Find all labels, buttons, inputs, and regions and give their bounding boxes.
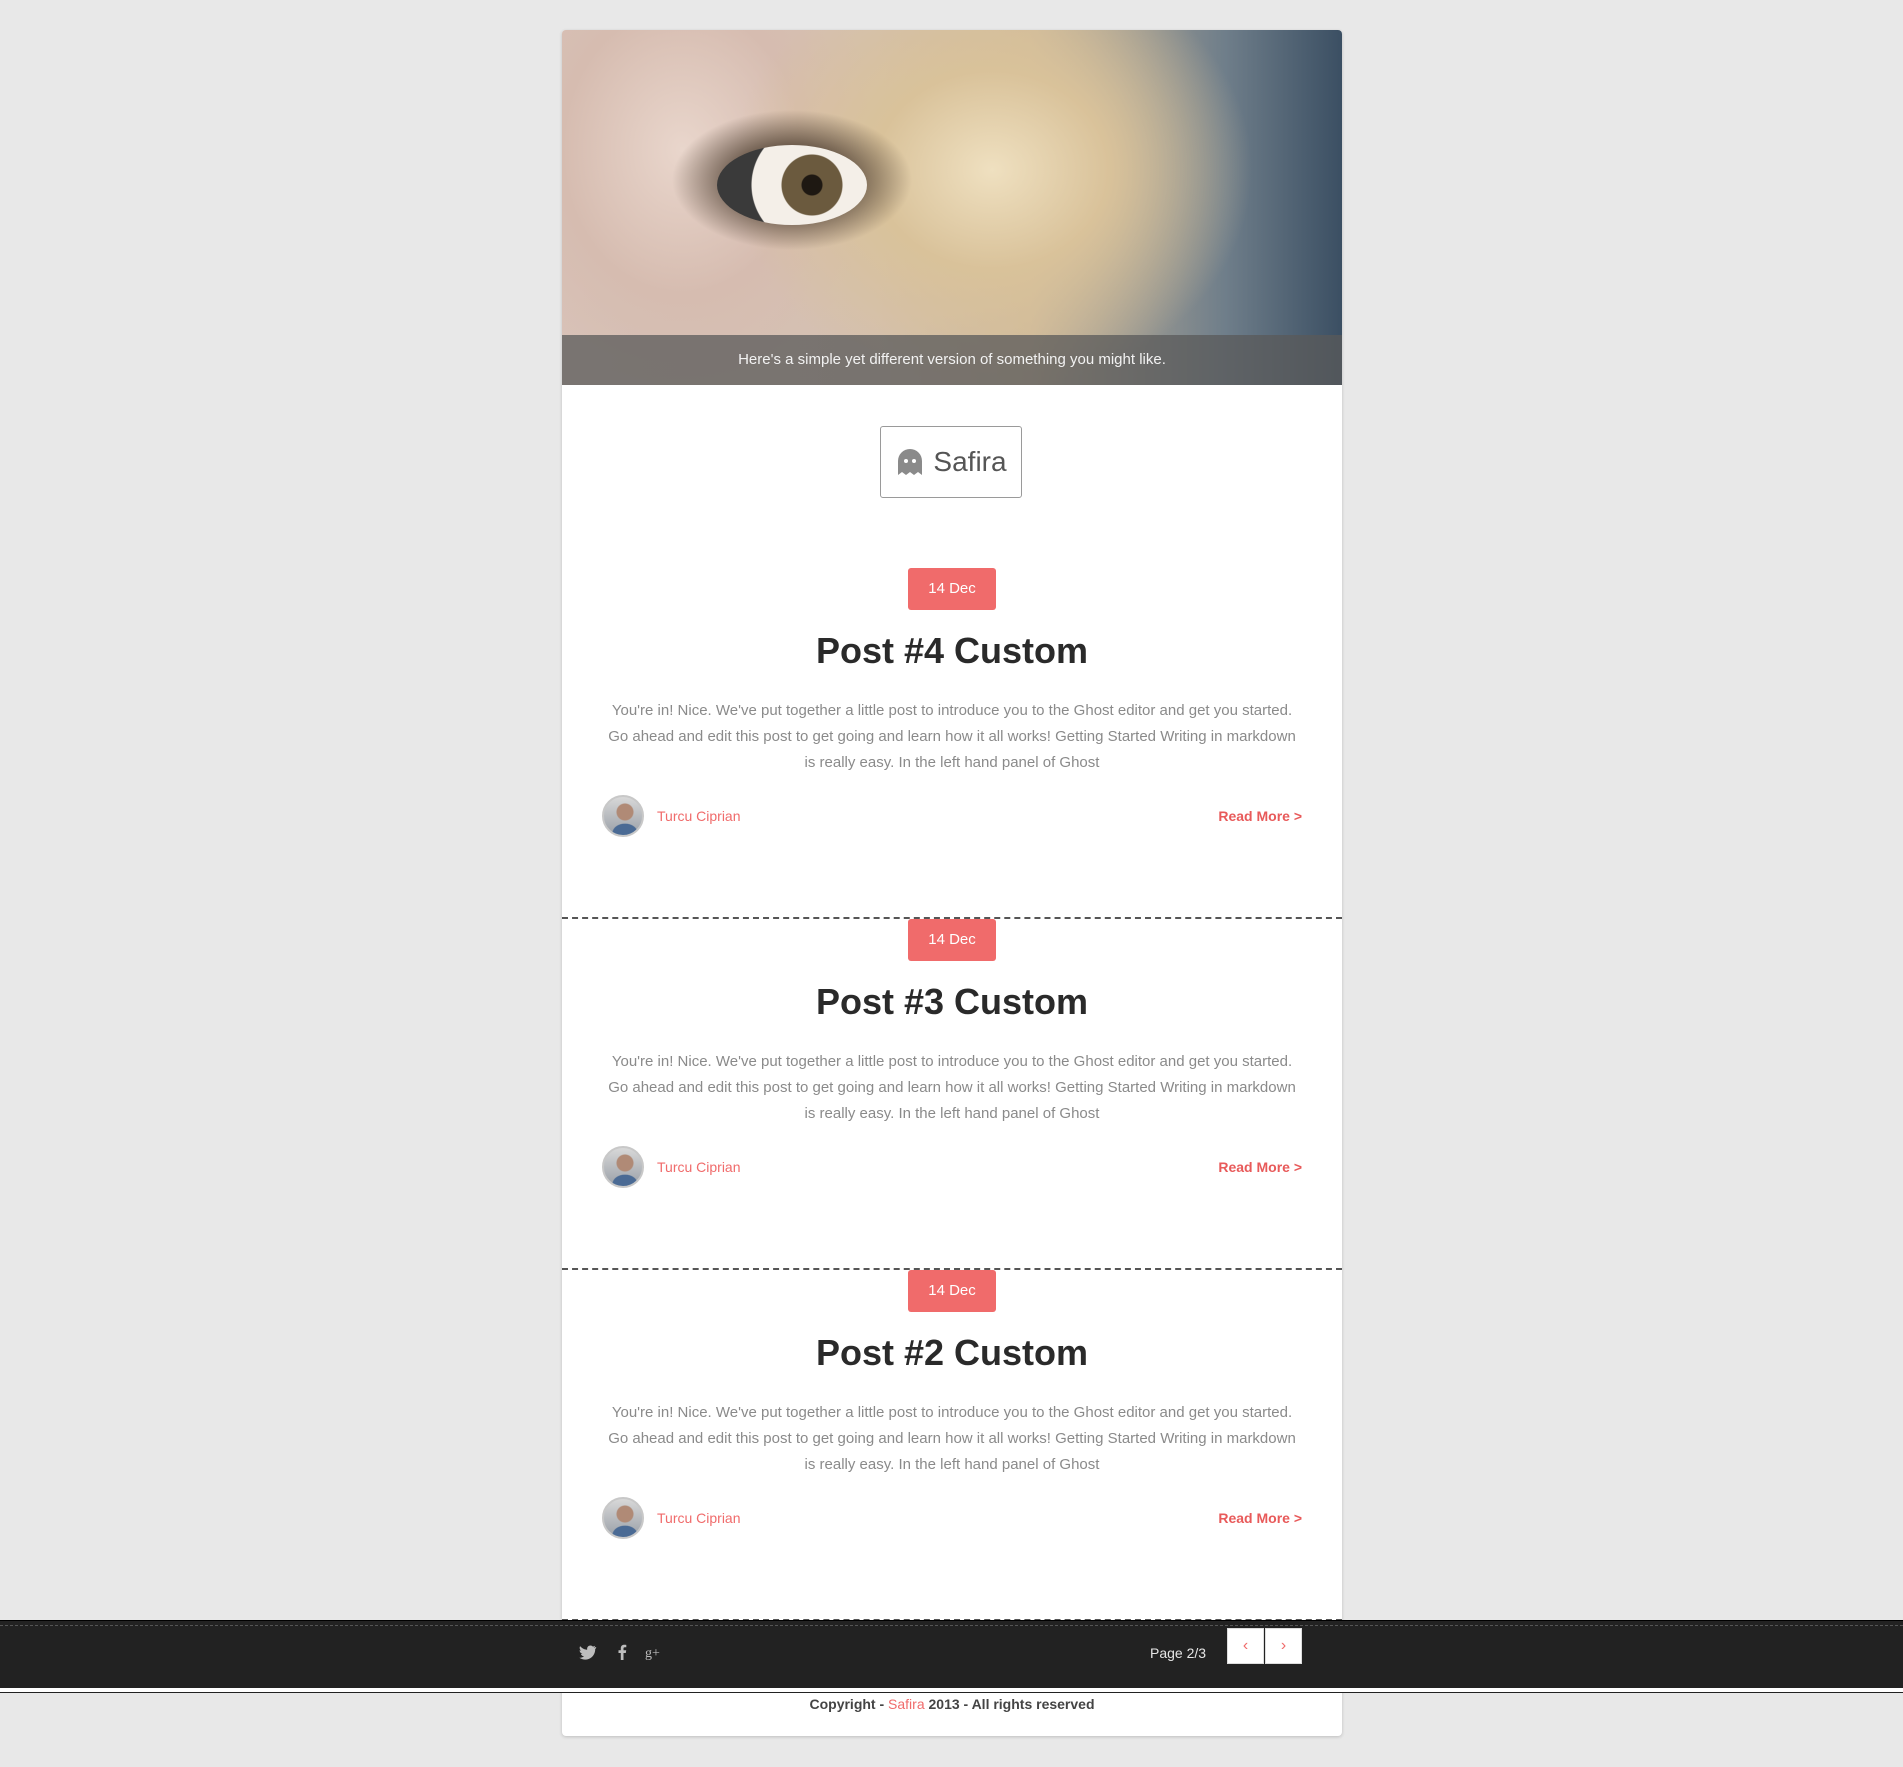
- site-logo[interactable]: Safira: [880, 426, 1022, 498]
- post-date-badge: 14 Dec: [908, 919, 996, 961]
- read-more-link[interactable]: Read More >: [1218, 808, 1302, 824]
- post-card: 14 Dec Post #4 Custom You're in! Nice. W…: [562, 568, 1342, 919]
- ghost-icon: [898, 449, 923, 475]
- svg-text:g+: g+: [645, 1646, 660, 1661]
- read-more-link[interactable]: Read More >: [1218, 1510, 1302, 1526]
- page-container: Here's a simple yet different version of…: [562, 30, 1342, 1736]
- author-link[interactable]: Turcu Ciprian: [657, 1510, 741, 1526]
- twitter-icon[interactable]: [579, 1643, 597, 1661]
- copyright-brand-link[interactable]: Safira: [888, 1696, 925, 1712]
- author-avatar[interactable]: [602, 1146, 644, 1188]
- post-excerpt: You're in! Nice. We've put together a li…: [608, 1053, 1296, 1122]
- post-date-badge: 14 Dec: [908, 568, 996, 610]
- copyright-suffix: 2013 - All rights reserved: [928, 1696, 1095, 1712]
- post-card: 14 Dec Post #3 Custom You're in! Nice. W…: [562, 919, 1342, 1270]
- post-excerpt: You're in! Nice. We've put together a li…: [608, 1404, 1296, 1473]
- author-avatar[interactable]: [602, 795, 644, 837]
- post-excerpt: You're in! Nice. We've put together a li…: [608, 702, 1296, 771]
- hero-eye-graphic: [717, 145, 867, 225]
- post-date-badge: 14 Dec: [908, 1270, 996, 1312]
- next-page-button[interactable]: ›: [1265, 1628, 1302, 1664]
- facebook-icon[interactable]: [613, 1643, 631, 1661]
- post-title[interactable]: Post #2 Custom: [562, 1332, 1342, 1374]
- copyright-text: Copyright - Safira 2013 - All rights res…: [562, 1696, 1342, 1712]
- hero-image: Here's a simple yet different version of…: [562, 30, 1342, 385]
- author-link[interactable]: Turcu Ciprian: [657, 808, 741, 824]
- author-avatar[interactable]: [602, 1497, 644, 1539]
- footer-bottom-rule: [0, 1687, 1903, 1693]
- post-title[interactable]: Post #4 Custom: [562, 630, 1342, 672]
- previous-page-button[interactable]: ‹: [1227, 1628, 1264, 1664]
- post-title[interactable]: Post #3 Custom: [562, 981, 1342, 1023]
- post-card: 14 Dec Post #2 Custom You're in! Nice. W…: [562, 1270, 1342, 1621]
- read-more-link[interactable]: Read More >: [1218, 1159, 1302, 1175]
- author-link[interactable]: Turcu Ciprian: [657, 1159, 741, 1175]
- footer-bar: g+ Page 2/3 ‹ ›: [0, 1620, 1903, 1693]
- google-plus-icon[interactable]: g+: [645, 1643, 663, 1661]
- hero-caption: Here's a simple yet different version of…: [562, 335, 1342, 385]
- footer-divider: [0, 1625, 1903, 1626]
- logo-text: Safira: [933, 446, 1007, 477]
- pagination-label: Page 2/3: [1150, 1645, 1207, 1661]
- copyright-prefix: Copyright -: [809, 1696, 885, 1712]
